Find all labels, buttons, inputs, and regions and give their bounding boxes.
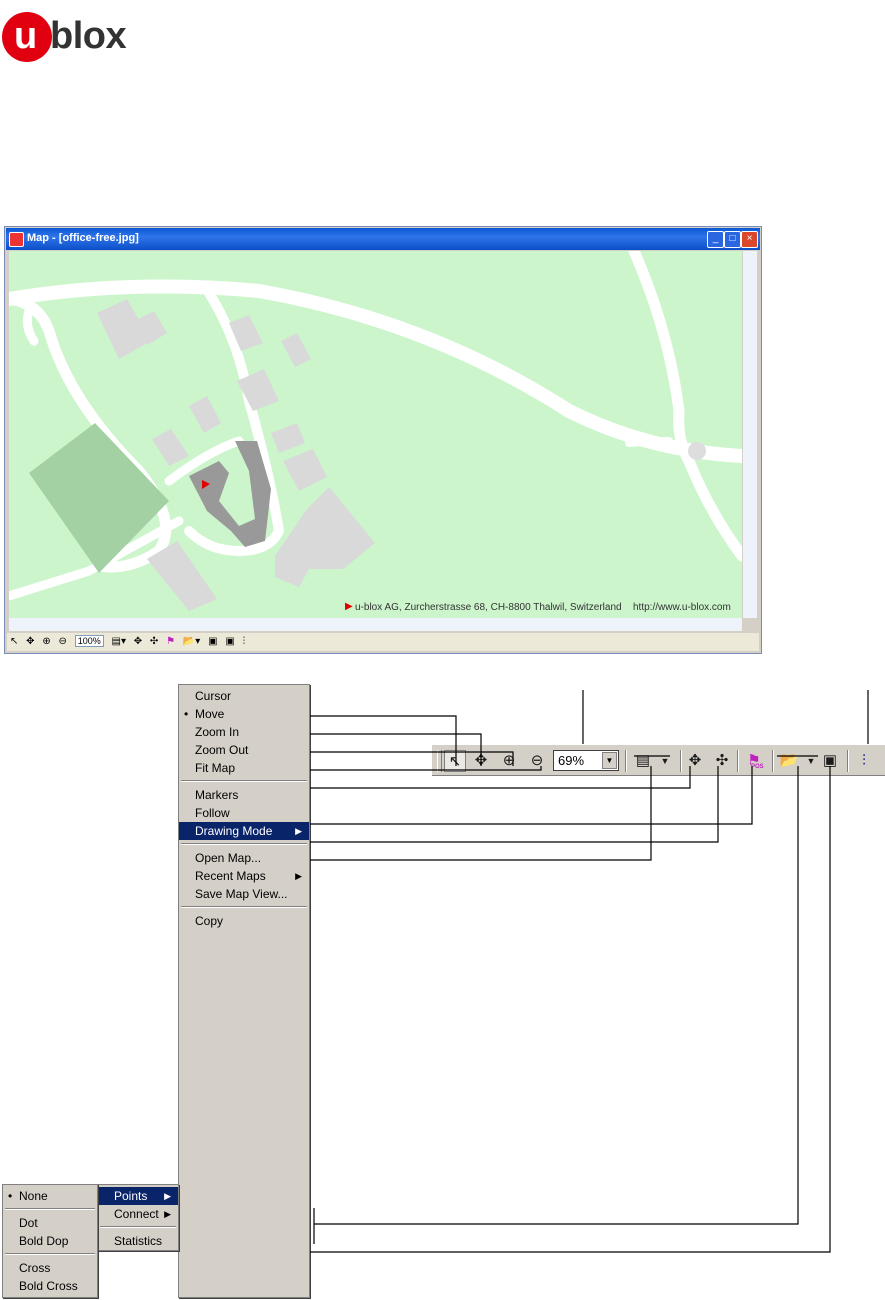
callout-lines <box>310 690 869 1253</box>
